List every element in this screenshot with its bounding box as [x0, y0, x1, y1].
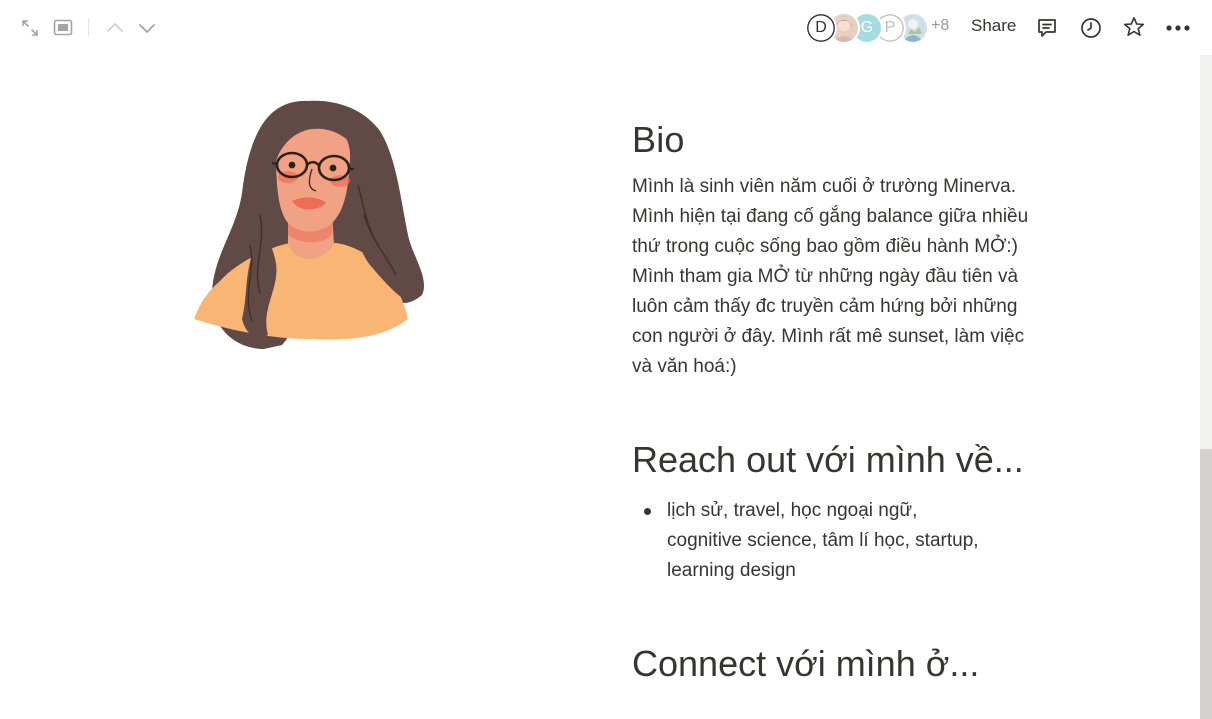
heading-connect: Connect với mình ở...	[632, 643, 980, 684]
bullet-dot-icon	[644, 508, 651, 515]
topbar: D G P +8 Share	[0, 0, 1212, 55]
page-content: Bio Mình là sinh viên năm cuối ở trường …	[632, 112, 1052, 692]
avatar-overflow-count[interactable]: +8	[931, 17, 949, 35]
avatar[interactable]: D	[805, 12, 837, 44]
profile-illustration	[190, 95, 430, 355]
reach-out-list: lịch sử, travel, học ngoại ngữ, cognitiv…	[632, 496, 1052, 586]
expand-diagonal-icon[interactable]	[18, 16, 42, 40]
list-item-text: lịch sử, travel, học ngoại ngữ, cognitiv…	[667, 500, 979, 581]
clock-icon[interactable]	[1078, 15, 1104, 41]
chevron-down-icon[interactable]	[135, 16, 159, 40]
side-peek-icon[interactable]	[51, 16, 75, 40]
avatar-initial: D	[815, 19, 827, 36]
chevron-up-icon[interactable]	[103, 16, 127, 40]
scrollbar-thumb[interactable]	[1200, 449, 1212, 719]
more-horizontal-icon[interactable]	[1164, 15, 1192, 41]
comment-icon[interactable]	[1034, 15, 1060, 41]
bio-paragraph[interactable]: Mình là sinh viên năm cuối ở trường Mine…	[632, 172, 1037, 382]
heading-reach-out: Reach out với mình về...	[632, 439, 1024, 480]
star-icon[interactable]	[1121, 14, 1147, 40]
avatar-initial: P	[884, 19, 896, 36]
topbar-divider	[88, 18, 89, 36]
heading-bio: Bio	[632, 119, 685, 160]
list-item[interactable]: lịch sử, travel, học ngoại ngữ, cognitiv…	[632, 496, 987, 586]
share-button[interactable]: Share	[971, 16, 1016, 36]
avatar-initial: G	[860, 19, 874, 36]
